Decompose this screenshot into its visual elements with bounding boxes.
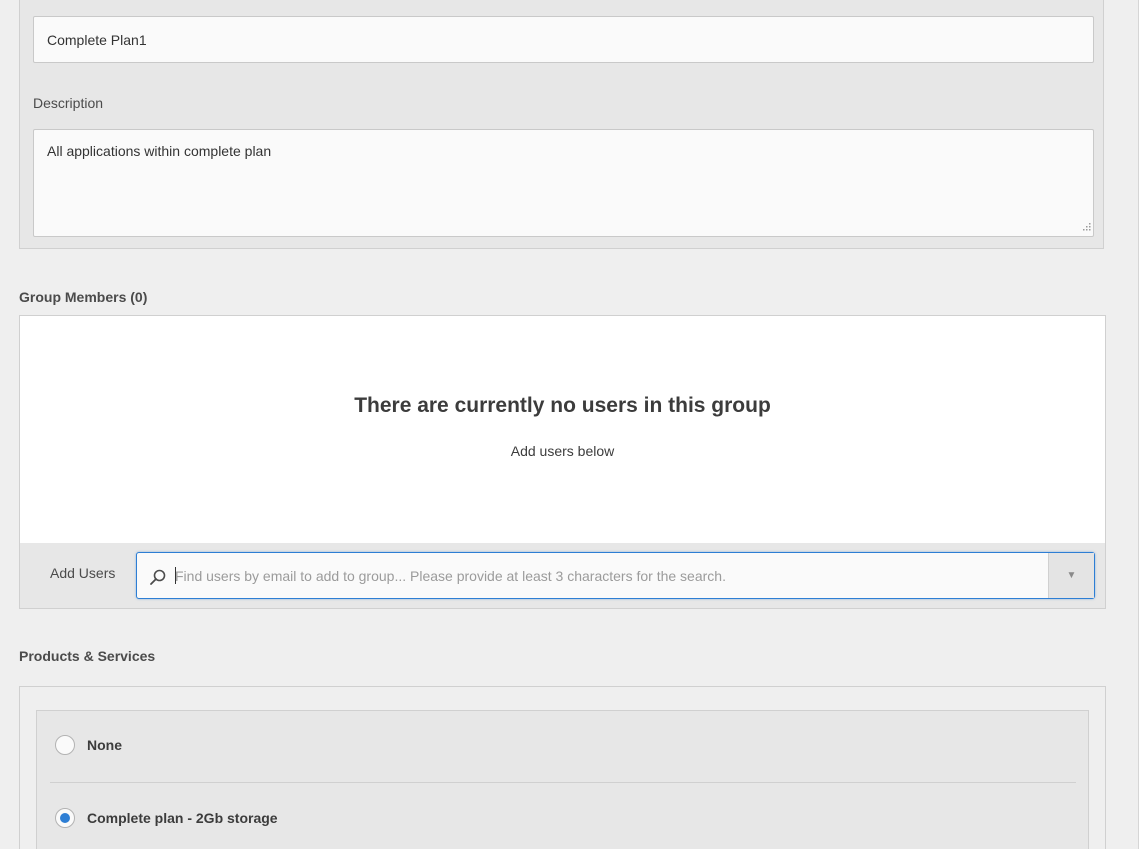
product-option-complete-plan[interactable]: Complete plan - 2Gb storage [55, 806, 278, 830]
group-members-title: Group Members (0) [19, 289, 148, 305]
option-divider [50, 782, 1076, 783]
empty-state-subtext: Add users below [510, 443, 615, 459]
search-icon [150, 569, 166, 585]
description-label: Description [33, 95, 104, 111]
edit-group-page: Description All applications within comp… [0, 0, 1139, 849]
group-name-input[interactable] [33, 16, 1094, 63]
add-users-label: Add Users [50, 565, 116, 581]
empty-state-heading: There are currently no users in this gro… [354, 394, 771, 417]
products-services-panel: None Complete plan - 2Gb storage [19, 686, 1106, 849]
product-option-label: Complete plan - 2Gb storage [87, 810, 278, 826]
group-members-panel: There are currently no users in this gro… [19, 315, 1106, 609]
products-services-title: Products & Services [19, 648, 156, 664]
caret-down-icon[interactable]: ▼ [1048, 553, 1094, 598]
user-search-box[interactable]: ▼ [136, 552, 1095, 599]
add-users-bar: Add Users ▼ [20, 543, 1105, 608]
description-textarea[interactable]: All applications within complete plan [33, 129, 1094, 237]
user-search-input[interactable] [175, 553, 1045, 598]
text-cursor [175, 567, 176, 584]
radio-unchecked-icon[interactable] [55, 735, 75, 755]
group-details-panel: Description All applications within comp… [19, 0, 1104, 249]
product-option-label: None [87, 737, 122, 753]
product-option-none[interactable]: None [55, 733, 122, 757]
resize-grip-icon[interactable] [1081, 223, 1091, 233]
product-options-list: None Complete plan - 2Gb storage [36, 710, 1089, 849]
radio-checked-icon[interactable] [55, 808, 75, 828]
